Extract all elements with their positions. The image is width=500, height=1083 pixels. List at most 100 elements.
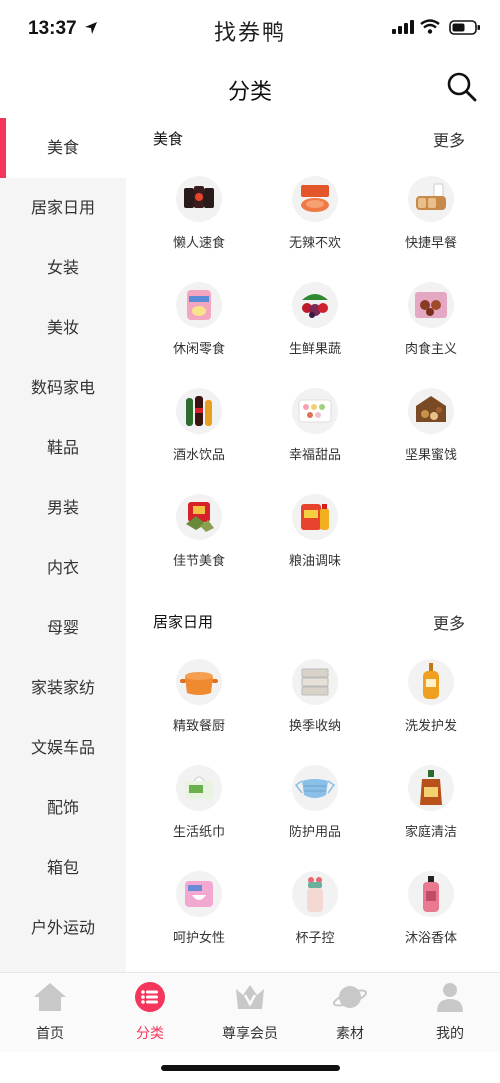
- cleaner-icon: [408, 765, 454, 811]
- sidebar-item-home-daily[interactable]: 居家日用: [0, 178, 126, 238]
- category-item[interactable]: 佳节美食: [141, 476, 257, 582]
- breakfast-icon: [408, 176, 454, 222]
- tab-home[interactable]: 首页: [0, 973, 100, 1052]
- section-title: 居家日用: [153, 613, 214, 631]
- sidebar-item-womens-wear[interactable]: 女装: [0, 238, 126, 298]
- battery-icon: [449, 20, 480, 35]
- bottom-tab-bar: 首页 分类 尊享会员 素材 我的: [0, 972, 500, 1052]
- sidebar-item-mens-wear[interactable]: 男装: [0, 478, 126, 538]
- category-label: 杯子控: [295, 931, 335, 946]
- category-item[interactable]: 休闲零食: [141, 264, 257, 370]
- tab-label: 我的: [436, 1026, 464, 1042]
- category-item[interactable]: 呵护女性: [141, 853, 257, 959]
- category-item[interactable]: 肉食主义: [373, 264, 489, 370]
- sidebar-item-home-textile[interactable]: 家装家纺: [0, 658, 126, 718]
- cookware-icon: [176, 659, 222, 705]
- category-item[interactable]: 沐浴香体: [373, 853, 489, 959]
- sidebar-item-baby[interactable]: 母婴: [0, 598, 126, 658]
- sidebar-item-electronics[interactable]: 数码家电: [0, 358, 126, 418]
- category-label: 懒人速食: [172, 236, 225, 251]
- category-item[interactable]: 家庭清洁: [373, 747, 489, 853]
- page-header: 分类: [0, 58, 500, 118]
- sidebar-item-bags[interactable]: 箱包: [0, 838, 126, 898]
- category-label: 生鲜果蔬: [288, 342, 341, 357]
- home-icon: [34, 983, 66, 1011]
- tab-profile[interactable]: 我的: [400, 973, 500, 1052]
- feminine-care-icon: [176, 871, 222, 917]
- category-grid: 精致餐厨 换季收纳 洗发护发 生活纸巾 防护用品 家庭清洁 呵护女性 杯子控 沐…: [126, 641, 500, 959]
- category-item[interactable]: 酒水饮品: [141, 370, 257, 476]
- category-item[interactable]: 快捷早餐: [373, 158, 489, 264]
- category-label: 粮油调味: [288, 554, 341, 569]
- category-item[interactable]: 换季收纳: [257, 641, 373, 747]
- home-indicator: [161, 1065, 340, 1071]
- vip-icon: [236, 985, 264, 1009]
- category-item[interactable]: 无辣不欢: [257, 158, 373, 264]
- category-icon: [135, 982, 165, 1012]
- tab-label: 尊享会员: [222, 1026, 278, 1042]
- section-header: 美食 更多: [126, 118, 500, 158]
- category-label: 精致餐厨: [172, 719, 225, 734]
- category-item[interactable]: 洗发护发: [373, 641, 489, 747]
- signal-icon: [392, 20, 414, 34]
- instant-food-icon: [176, 176, 222, 222]
- status-bar: 13:37 找券鸭: [0, 0, 500, 58]
- wifi-icon: [420, 19, 440, 34]
- page-title: 分类: [227, 80, 272, 105]
- tab-label: 首页: [36, 1026, 64, 1042]
- category-label: 呵护女性: [172, 931, 225, 946]
- sidebar-item-entertainment-car[interactable]: 文娱车品: [0, 718, 126, 778]
- sidebar-item-food[interactable]: 美食: [0, 118, 126, 178]
- category-item[interactable]: 防护用品: [257, 747, 373, 853]
- category-item[interactable]: 懒人速食: [141, 158, 257, 264]
- category-label: 酒水饮品: [172, 448, 225, 463]
- category-item[interactable]: 精致餐厨: [141, 641, 257, 747]
- category-item[interactable]: 杯子控: [257, 853, 373, 959]
- category-label: 洗发护发: [404, 719, 457, 734]
- category-label: 无辣不欢: [288, 236, 341, 251]
- sidebar-item-outdoor[interactable]: 户外运动: [0, 898, 126, 958]
- category-grid: 懒人速食 无辣不欢 快捷早餐 休闲零食 生鲜果蔬 肉食主义 酒水饮品 幸福甜品 …: [126, 158, 500, 582]
- search-icon[interactable]: [446, 71, 478, 103]
- sidebar-item-shoes[interactable]: 鞋品: [0, 418, 126, 478]
- category-label: 佳节美食: [172, 554, 225, 569]
- dessert-icon: [292, 388, 338, 434]
- category-label: 休闲零食: [172, 342, 225, 357]
- tab-vip[interactable]: 尊享会员: [200, 973, 300, 1052]
- category-label: 防护用品: [288, 825, 341, 840]
- tab-label: 分类: [136, 1026, 164, 1042]
- sidebar-item-beauty[interactable]: 美妆: [0, 298, 126, 358]
- category-label: 幸福甜品: [288, 448, 341, 463]
- tab-category[interactable]: 分类: [100, 973, 200, 1052]
- cup-icon: [292, 871, 338, 917]
- profile-icon: [437, 983, 463, 1012]
- category-item[interactable]: 粮油调味: [257, 476, 373, 582]
- category-label: 肉食主义: [404, 342, 457, 357]
- category-sidebar: 美食 居家日用 女装 美妆 数码家电 鞋品 男装 内衣 母婴 家装家纺 文娱车品…: [0, 118, 126, 972]
- mask-icon: [292, 765, 338, 811]
- category-item[interactable]: 坚果蜜饯: [373, 370, 489, 476]
- more-link[interactable]: 更多: [433, 610, 465, 634]
- sidebar-item-underwear[interactable]: 内衣: [0, 538, 126, 598]
- more-link[interactable]: 更多: [433, 127, 465, 151]
- category-label: 快捷早餐: [404, 236, 457, 251]
- section-header: 居家日用 更多: [126, 601, 500, 641]
- nuts-icon: [408, 388, 454, 434]
- grain-oil-icon: [292, 494, 338, 540]
- body-wash-icon: [408, 871, 454, 917]
- tab-materials[interactable]: 素材: [300, 973, 400, 1052]
- category-item[interactable]: 幸福甜品: [257, 370, 373, 476]
- meat-icon: [408, 282, 454, 328]
- drinks-icon: [176, 388, 222, 434]
- category-item[interactable]: 生鲜果蔬: [257, 264, 373, 370]
- spicy-snack-icon: [292, 176, 338, 222]
- category-item[interactable]: 生活纸巾: [141, 747, 257, 853]
- category-content: 美食 更多 懒人速食 无辣不欢 快捷早餐 休闲零食 生鲜果蔬 肉食主义 酒水饮品…: [126, 118, 500, 972]
- category-label: 换季收纳: [288, 719, 341, 734]
- category-label: 生活纸巾: [172, 825, 225, 840]
- section-home-daily: 居家日用 更多 精致餐厨 换季收纳 洗发护发 生活纸巾 防护用品 家庭清洁 呵护…: [126, 601, 500, 959]
- sidebar-item-accessories[interactable]: 配饰: [0, 778, 126, 838]
- tab-label: 素材: [336, 1026, 364, 1042]
- category-label: 沐浴香体: [404, 931, 457, 946]
- planet-icon: [332, 986, 368, 1008]
